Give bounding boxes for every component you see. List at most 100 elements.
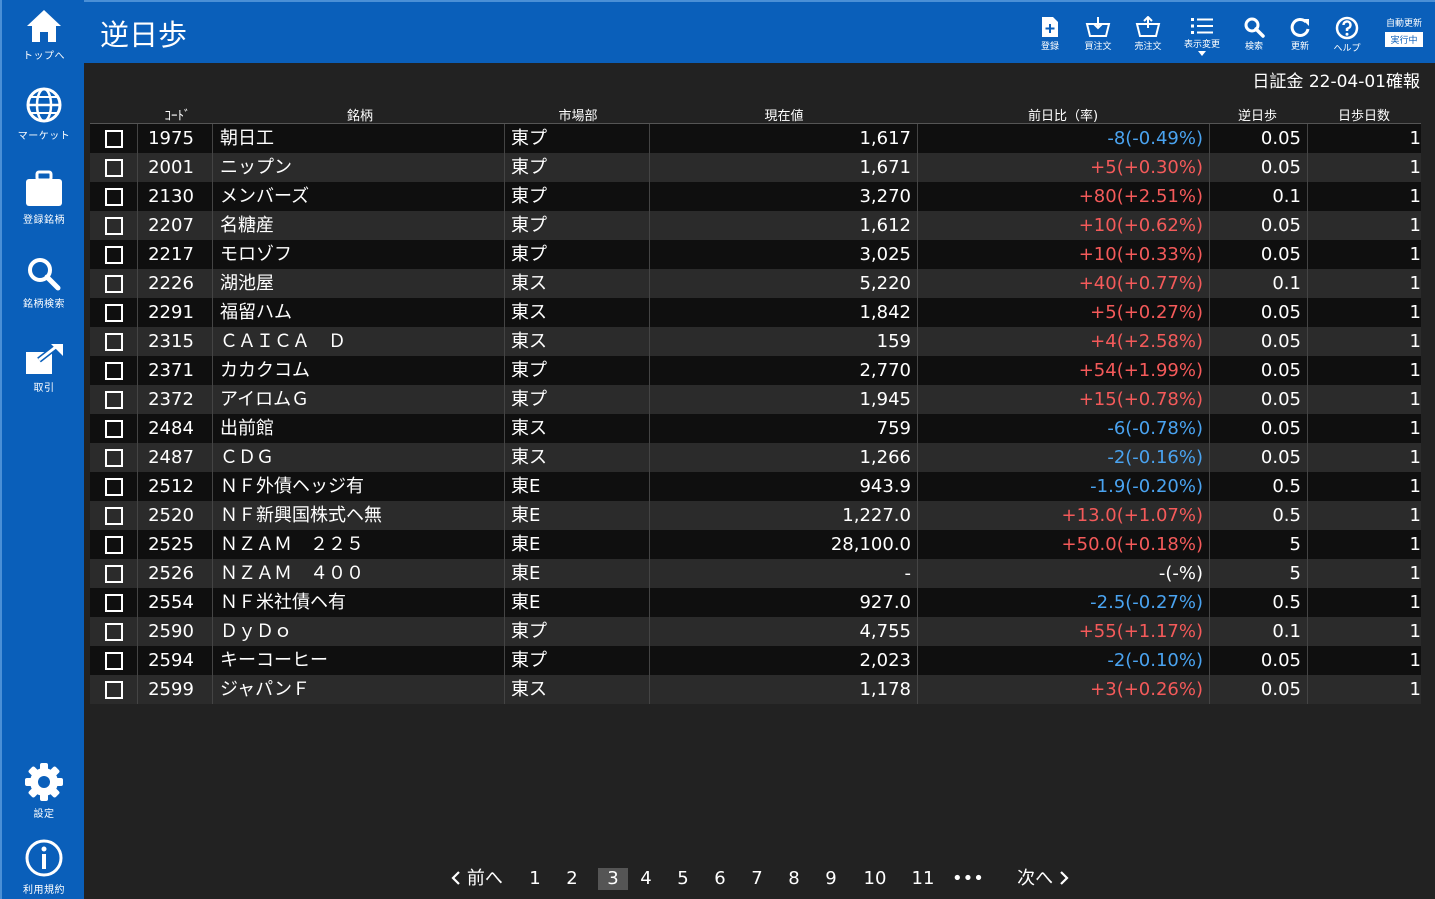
help-button[interactable]: ヘルプ	[1331, 16, 1363, 54]
row-checkbox[interactable]	[105, 275, 123, 293]
stock-name[interactable]: 福留ハム	[213, 298, 505, 327]
table-row[interactable]: 2484 出前館 東ス 759 -6(-0.78%) 0.05 1	[90, 414, 1421, 443]
stock-name[interactable]: 朝日工	[213, 124, 505, 153]
table-row[interactable]: 2512 ＮＦ外債ヘッジ有 東E 943.9 -1.9(-0.20%) 0.5 1	[90, 472, 1421, 501]
row-checkbox[interactable]	[105, 333, 123, 351]
page-number-10[interactable]: 10	[859, 868, 891, 890]
table-row[interactable]: 2315 ＣＡＩＣＡ Ｄ 東ス 159 +4(+2.58%) 0.05 1	[90, 327, 1421, 356]
refresh-button[interactable]: 更新	[1286, 16, 1314, 52]
row-checkbox[interactable]	[105, 159, 123, 177]
page-number-6[interactable]: 6	[709, 868, 731, 890]
market-segment: 東ス	[505, 675, 650, 704]
stock-name[interactable]: 名糖産	[213, 211, 505, 240]
table-row[interactable]: 2487 ＣＤＧ 東ス 1,266 -2(-0.16%) 0.05 1	[90, 443, 1421, 472]
table-row[interactable]: 2599 ジャパンＦ 東ス 1,178 +3(+0.26%) 0.05 1	[90, 675, 1421, 704]
table-row[interactable]: 2291 福留ハム 東ス 1,842 +5(+0.27%) 0.05 1	[90, 298, 1421, 327]
hibu-days: 1	[1409, 505, 1421, 526]
stock-name[interactable]: 出前館	[213, 414, 505, 443]
table-row[interactable]: 2526 ＮＺＡＭ ４００ 東E - -(-%) 5 1	[90, 559, 1421, 588]
sidebar-item-search[interactable]: 銘柄検索	[2, 256, 86, 310]
row-checkbox[interactable]	[105, 594, 123, 612]
row-checkbox[interactable]	[105, 536, 123, 554]
row-checkbox[interactable]	[105, 246, 123, 264]
table-row[interactable]: 2372 アイロムＧ 東プ 1,945 +15(+0.78%) 0.05 1	[90, 385, 1421, 414]
stock-name[interactable]: ＮＺＡＭ ４００	[213, 559, 505, 588]
auto-update-status-button[interactable]: 実行中	[1385, 32, 1423, 47]
table-row[interactable]: 2525 ＮＺＡＭ ２２５ 東E 28,100.0 +50.0(+0.18%) 5 1	[90, 530, 1421, 559]
row-checkbox[interactable]	[105, 391, 123, 409]
sell-order-button[interactable]: 売注文	[1128, 16, 1168, 52]
sidebar-item-terms[interactable]: 利用規約	[2, 838, 86, 896]
row-checkbox[interactable]	[105, 478, 123, 496]
row-checkbox[interactable]	[105, 362, 123, 380]
table-row[interactable]: 2001 ニップン 東プ 1,671 +5(+0.30%) 0.05 1	[90, 153, 1421, 182]
row-checkbox[interactable]	[105, 623, 123, 641]
stock-name[interactable]: ＣＡＩＣＡ Ｄ	[213, 327, 505, 356]
stock-name[interactable]: キーコーヒー	[213, 646, 505, 675]
page-number-11[interactable]: 11	[907, 868, 939, 890]
price-change: -2.5(-0.27%)	[918, 588, 1210, 617]
next-page-button[interactable]: 次へ	[1012, 868, 1074, 890]
row-checkbox[interactable]	[105, 130, 123, 148]
page-number-4[interactable]: 4	[635, 868, 657, 890]
current-price: 28,100.0	[650, 530, 918, 559]
stock-name[interactable]: ＮＦ外債ヘッジ有	[213, 472, 505, 501]
sidebar-item-top[interactable]: トップへ	[2, 8, 86, 62]
page-number-9[interactable]: 9	[820, 868, 842, 890]
row-checkbox[interactable]	[105, 507, 123, 525]
stock-name[interactable]: ＮＺＡＭ ２２５	[213, 530, 505, 559]
prev-page-button[interactable]: 前へ	[446, 868, 508, 890]
stock-name[interactable]: ニップン	[213, 153, 505, 182]
sidebar-item-market[interactable]: マーケット	[2, 86, 86, 142]
row-checkbox[interactable]	[105, 652, 123, 670]
market-segment: 東プ	[505, 617, 650, 646]
stock-name[interactable]: カカクコム	[213, 356, 505, 385]
stock-code: 2130	[138, 182, 213, 211]
page-number-3[interactable]: 3	[598, 868, 628, 890]
table-row[interactable]: 2226 湖池屋 東ス 5,220 +40(+0.77%) 0.1 1	[90, 269, 1421, 298]
page-number-2[interactable]: 2	[561, 868, 583, 890]
page-number-7[interactable]: 7	[746, 868, 768, 890]
stock-name[interactable]: ジャパンＦ	[213, 675, 505, 704]
search-button[interactable]: 検索	[1240, 16, 1268, 52]
stock-name[interactable]: ＮＦ新興国株式ヘ無	[213, 501, 505, 530]
price-change: +5(+0.30%)	[918, 153, 1210, 182]
table-row[interactable]: 2217 モロゾフ 東プ 3,025 +10(+0.33%) 0.05 1	[90, 240, 1421, 269]
stock-name[interactable]: メンバーズ	[213, 182, 505, 211]
gyakuhibu-value: 0.5	[1210, 588, 1308, 617]
table-row[interactable]: 1975 朝日工 東プ 1,617 -8(-0.49%) 0.05 1	[90, 124, 1421, 153]
register-button[interactable]: 登録	[1036, 16, 1064, 52]
page-number-8[interactable]: 8	[783, 868, 805, 890]
row-checkbox[interactable]	[105, 420, 123, 438]
stock-name[interactable]: アイロムＧ	[213, 385, 505, 414]
row-checkbox[interactable]	[105, 188, 123, 206]
stock-name[interactable]: モロゾフ	[213, 240, 505, 269]
table-row[interactable]: 2590 ＤｙＤｏ 東プ 4,755 +55(+1.17%) 0.1 1	[90, 617, 1421, 646]
table-row[interactable]: 2207 名糖産 東プ 1,612 +10(+0.62%) 0.05 1	[90, 211, 1421, 240]
stock-name[interactable]: ＣＤＧ	[213, 443, 505, 472]
table-row[interactable]: 2371 カカクコム 東プ 2,770 +54(+1.99%) 0.05 1	[90, 356, 1421, 385]
sidebar-item-registered[interactable]: 登録銘柄	[2, 170, 86, 226]
stock-name[interactable]: 湖池屋	[213, 269, 505, 298]
row-checkbox[interactable]	[105, 565, 123, 583]
sidebar-item-label: 設定	[33, 809, 55, 820]
page-number-5[interactable]: 5	[672, 868, 694, 890]
display-change-button[interactable]: 表示変更	[1178, 16, 1226, 56]
sidebar-item-settings[interactable]: 設定	[2, 762, 86, 820]
row-checkbox[interactable]	[105, 449, 123, 467]
table-row[interactable]: 2554 ＮＦ米社債ヘ有 東E 927.0 -2.5(-0.27%) 0.5 1	[90, 588, 1421, 617]
page-number-1[interactable]: 1	[524, 868, 546, 890]
stock-name[interactable]: ＤｙＤｏ	[213, 617, 505, 646]
table-row[interactable]: 2130 メンバーズ 東プ 3,270 +80(+2.51%) 0.1 1	[90, 182, 1421, 211]
row-checkbox[interactable]	[105, 217, 123, 235]
market-segment: 東プ	[505, 240, 650, 269]
table-row[interactable]: 2594 キーコーヒー 東プ 2,023 -2(-0.10%) 0.05 1	[90, 646, 1421, 675]
row-checkbox[interactable]	[105, 304, 123, 322]
table-row[interactable]: 2520 ＮＦ新興国株式ヘ無 東E 1,227.0 +13.0(+1.07%) 0.5 1	[90, 501, 1421, 530]
hibu-days: 1	[1409, 302, 1421, 323]
hibu-days: 1	[1409, 360, 1421, 381]
buy-order-button[interactable]: 買注文	[1078, 16, 1118, 52]
sidebar-item-trade[interactable]: 取引	[2, 342, 86, 394]
stock-name[interactable]: ＮＦ米社債ヘ有	[213, 588, 505, 617]
row-checkbox[interactable]	[105, 681, 123, 699]
